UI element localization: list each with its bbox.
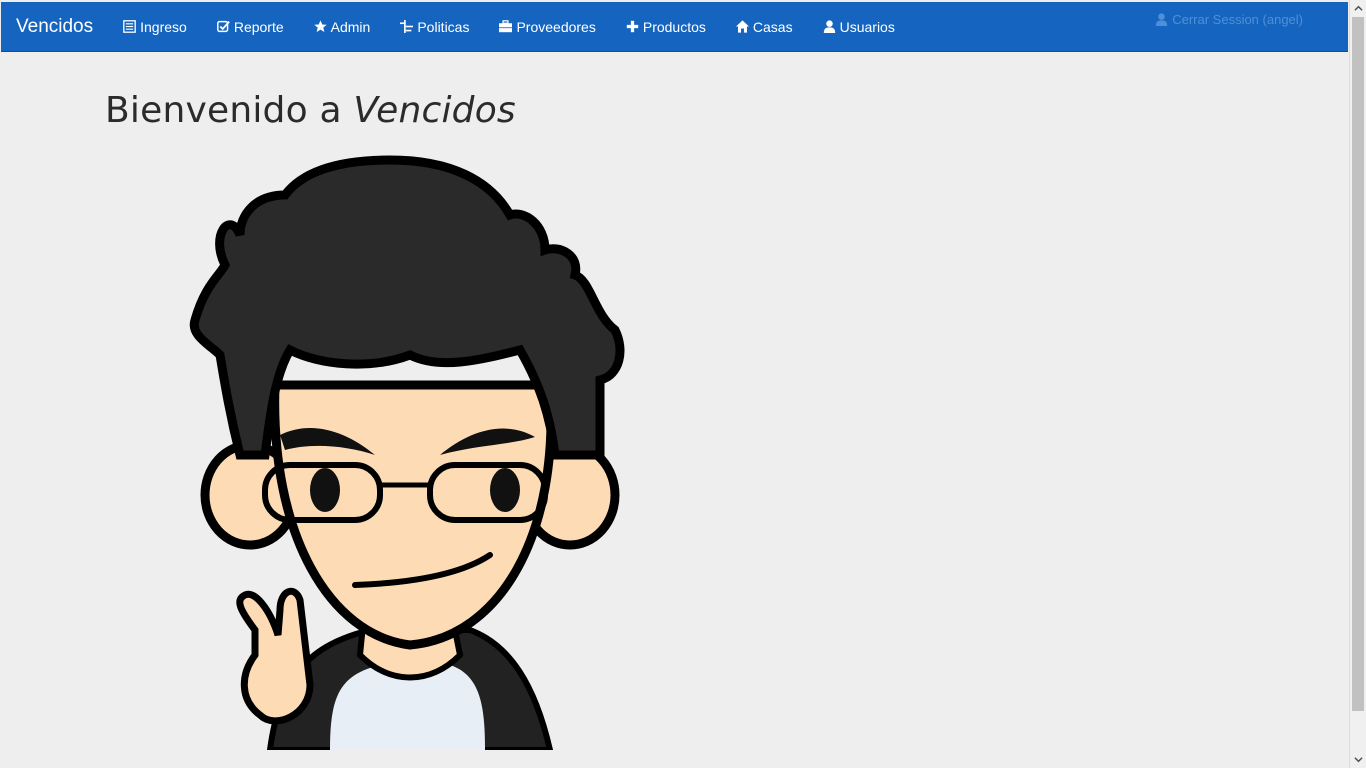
user-icon <box>1156 13 1168 26</box>
nav-item-casas[interactable]: Casas <box>721 2 808 52</box>
nav-item-ingreso[interactable]: Ingreso <box>108 2 202 52</box>
chevron-down-icon <box>1354 757 1363 763</box>
scroll-down-icon[interactable] <box>1350 751 1366 768</box>
nav-item-label: Casas <box>752 18 793 35</box>
nav-item-label: Reporte <box>233 18 284 35</box>
nav-item-label: Proveedores <box>516 18 596 35</box>
list-icon <box>123 20 136 33</box>
brand-link[interactable]: Vencidos <box>1 2 108 52</box>
top-navbar: Vencidos Ingreso Reporte Admin Politicas… <box>1 2 1348 52</box>
user-icon <box>823 20 835 33</box>
welcome-prefix: Bienvenido a <box>105 90 354 131</box>
nav-menu: Ingreso Reporte Admin Politicas Proveedo… <box>108 2 910 52</box>
logout-link[interactable]: Cerrar Session (angel) <box>1155 12 1303 27</box>
nav-item-politicas[interactable]: Politicas <box>385 2 484 52</box>
check-square-icon <box>216 20 230 33</box>
nav-item-label: Admin <box>330 18 371 35</box>
nav-item-label: Productos <box>642 18 706 35</box>
avatar-illustration <box>189 155 625 750</box>
logout-label: Cerrar Session (angel) <box>1172 12 1303 27</box>
briefcase-icon <box>499 20 513 33</box>
nav-item-label: Ingreso <box>140 18 187 35</box>
nav-item-label: Politicas <box>417 18 470 35</box>
tree-icon <box>400 20 414 33</box>
scrollbar-thumb[interactable] <box>1352 17 1364 711</box>
home-icon <box>735 20 749 33</box>
nav-item-admin[interactable]: Admin <box>299 2 386 52</box>
vertical-scrollbar[interactable] <box>1349 0 1366 768</box>
nav-item-label: Usuarios <box>839 18 895 35</box>
nav-item-productos[interactable]: Productos <box>611 2 721 52</box>
star-icon <box>313 20 327 33</box>
plus-icon <box>626 20 639 33</box>
nav-item-proveedores[interactable]: Proveedores <box>484 2 610 52</box>
welcome-app-name: Vencidos <box>353 90 516 131</box>
nav-item-usuarios[interactable]: Usuarios <box>808 2 910 52</box>
page-title: Bienvenido a Vencidos <box>105 90 516 131</box>
chevron-up-icon <box>1354 5 1363 11</box>
nav-item-reporte[interactable]: Reporte <box>202 2 299 52</box>
scroll-up-icon[interactable] <box>1350 0 1366 17</box>
